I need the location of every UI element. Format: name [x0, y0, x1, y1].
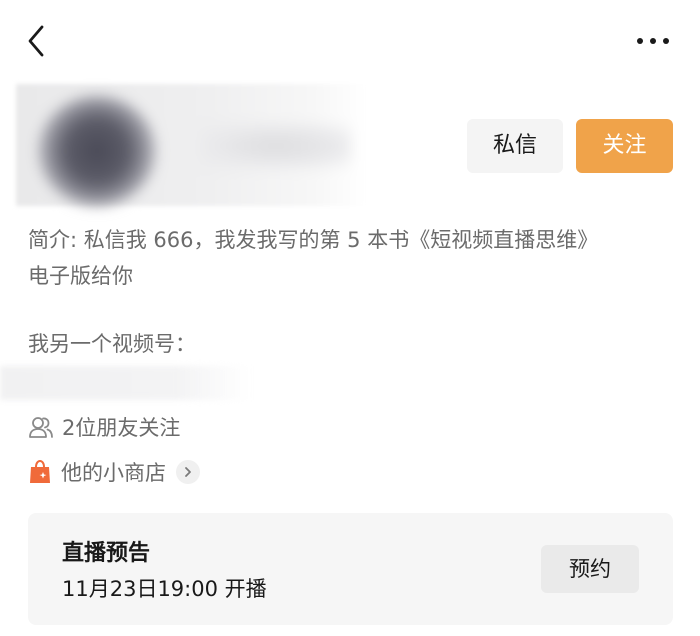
chevron-right-icon [176, 460, 200, 484]
profile-name-blurred [201, 124, 351, 168]
intro-line-1: 简介: 私信我 666，我发我写的第 5 本书《短视频直播思维》 [28, 228, 599, 252]
blurred-avatar-and-name [16, 84, 366, 206]
reserve-button[interactable]: 预约 [541, 545, 639, 593]
top-bar [0, 0, 700, 84]
other-account-label: 我另一个视频号： [28, 332, 196, 356]
avatar[interactable] [38, 96, 156, 206]
live-preview-title: 直播预告 [62, 541, 151, 566]
other-account-blurred[interactable] [0, 366, 250, 400]
live-preview-time: 11月23日19:00 开播 [62, 577, 267, 601]
profile-intro: 简介: 私信我 666，我发我写的第 5 本书《短视频直播思维》 电子版给你 [28, 222, 678, 294]
shop-link[interactable]: 他的小商店 [28, 455, 200, 489]
follow-button[interactable]: 关注 [576, 119, 673, 173]
message-button[interactable]: 私信 [467, 119, 563, 173]
more-horizontal-icon[interactable] [634, 32, 674, 50]
shopping-bag-icon [30, 459, 50, 483]
users-icon [29, 417, 53, 438]
shop-label: 他的小商店 [61, 461, 166, 485]
live-preview-card: 直播预告 11月23日19:00 开播 预约 [28, 513, 673, 625]
friends-following-text: 2位朋友关注 [62, 416, 181, 440]
chevron-left-icon[interactable] [22, 24, 52, 58]
friends-following-row[interactable]: 2位朋友关注 [28, 410, 180, 444]
intro-line-2: 电子版给你 [28, 264, 133, 288]
